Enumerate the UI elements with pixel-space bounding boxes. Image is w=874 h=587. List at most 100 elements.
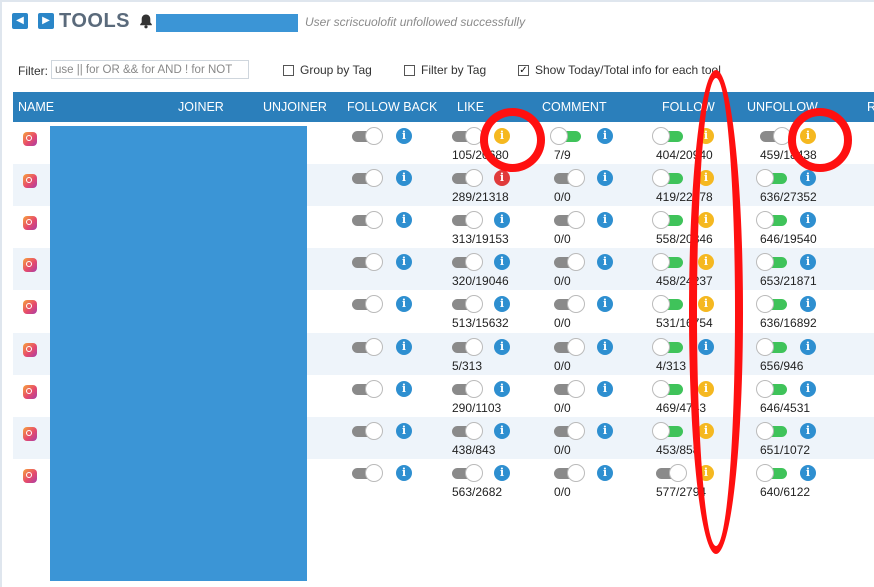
like-info-icon[interactable]: i	[494, 296, 510, 313]
followback-info-icon[interactable]: i	[396, 380, 412, 397]
unfollow-info-icon[interactable]: i	[800, 170, 816, 187]
like-toggle[interactable]	[452, 127, 483, 145]
filter-by-tag-checkbox[interactable]	[404, 65, 415, 76]
like-toggle[interactable]	[452, 169, 483, 188]
like-info-icon[interactable]: i	[494, 464, 510, 481]
comment-info-icon[interactable]: i	[597, 254, 613, 271]
follow-toggle[interactable]	[652, 127, 683, 145]
unfollow-info-icon[interactable]: i	[800, 380, 816, 397]
comment-info-icon[interactable]: i	[597, 338, 613, 355]
like-info-icon[interactable]: i	[494, 380, 510, 397]
like-toggle[interactable]	[452, 337, 483, 356]
followback-toggle[interactable]	[352, 211, 383, 230]
group-by-tag-label: Group by Tag	[300, 63, 372, 77]
filter-input[interactable]	[51, 60, 249, 79]
group-by-tag-checkbox[interactable]	[283, 65, 294, 76]
comment-info-icon[interactable]: i	[597, 296, 613, 313]
unfollow-toggle[interactable]	[756, 253, 787, 272]
next-arrow-icon[interactable]: ▶	[38, 13, 54, 29]
like-info-icon[interactable]: i	[494, 422, 510, 439]
like-info-icon[interactable]: i	[494, 338, 510, 355]
followback-info-icon[interactable]: i	[396, 254, 412, 271]
comment-toggle[interactable]	[554, 169, 585, 188]
follow-toggle[interactable]	[652, 253, 683, 272]
followback-info-icon[interactable]: i	[396, 170, 412, 187]
like-toggle[interactable]	[452, 421, 483, 440]
comment-toggle[interactable]	[554, 253, 585, 272]
column-header-r[interactable]: R	[867, 92, 874, 122]
followback-info-icon[interactable]: i	[396, 422, 412, 439]
like-toggle[interactable]	[452, 379, 483, 398]
unfollow-today-total: 646/19540	[760, 232, 817, 247]
unfollow-toggle[interactable]	[756, 211, 787, 230]
followback-info-icon[interactable]: i	[396, 296, 412, 313]
like-toggle[interactable]	[452, 295, 483, 314]
followback-toggle[interactable]	[352, 253, 383, 272]
like-info-icon[interactable]: i	[494, 170, 510, 187]
followback-toggle[interactable]	[352, 463, 383, 482]
unfollow-toggle[interactable]	[756, 295, 787, 314]
follow-toggle[interactable]	[652, 379, 683, 398]
follow-toggle[interactable]	[652, 421, 683, 440]
comment-info-icon[interactable]: i	[597, 128, 613, 144]
like-info-icon[interactable]: i	[494, 254, 510, 271]
column-header-unjoiner[interactable]: UNJOINER	[263, 92, 327, 122]
comment-today-total: 0/0	[554, 484, 571, 499]
bell-icon[interactable]	[139, 13, 153, 29]
show-today-total-checkbox[interactable]: ✓	[518, 65, 529, 76]
like-today-total: 513/15632	[452, 316, 509, 331]
followback-toggle[interactable]	[352, 295, 383, 314]
unfollow-info-icon[interactable]: i	[800, 338, 816, 355]
comment-info-icon[interactable]: i	[597, 212, 613, 229]
unfollow-info-icon[interactable]: i	[800, 212, 816, 229]
followback-toggle[interactable]	[352, 337, 383, 356]
column-header-comment[interactable]: COMMENT	[542, 92, 607, 122]
followback-info-icon[interactable]: i	[396, 464, 412, 481]
followback-toggle[interactable]	[352, 169, 383, 188]
unfollow-toggle[interactable]	[756, 169, 787, 188]
unfollow-info-icon[interactable]: i	[800, 296, 816, 313]
follow-toggle[interactable]	[652, 337, 683, 356]
like-info-icon[interactable]: i	[494, 212, 510, 229]
followback-toggle[interactable]	[352, 379, 383, 398]
comment-toggle[interactable]	[554, 421, 585, 440]
top-border	[0, 0, 874, 2]
unfollow-toggle[interactable]	[756, 463, 787, 482]
followback-info-icon[interactable]: i	[396, 128, 412, 144]
comment-info-icon[interactable]: i	[597, 422, 613, 439]
unfollow-toggle[interactable]	[760, 127, 791, 145]
unfollow-info-icon[interactable]: i	[800, 464, 816, 481]
unfollow-info-icon[interactable]: i	[800, 254, 816, 271]
comment-toggle[interactable]	[554, 337, 585, 356]
comment-info-icon[interactable]: i	[597, 170, 613, 187]
annotation-circle-like-info	[480, 108, 545, 172]
like-toggle[interactable]	[452, 253, 483, 272]
followback-info-icon[interactable]: i	[396, 212, 412, 229]
comment-info-icon[interactable]: i	[597, 464, 613, 481]
followback-toggle[interactable]	[352, 127, 383, 145]
comment-toggle[interactable]	[554, 211, 585, 230]
followback-info-icon[interactable]: i	[396, 338, 412, 355]
comment-toggle[interactable]	[550, 127, 581, 145]
follow-toggle[interactable]	[652, 211, 683, 230]
like-toggle[interactable]	[452, 463, 483, 482]
comment-toggle[interactable]	[554, 295, 585, 314]
comment-toggle[interactable]	[554, 379, 585, 398]
column-header-joiner[interactable]: JOINER	[178, 92, 224, 122]
follow-toggle[interactable]	[656, 463, 687, 482]
like-toggle[interactable]	[452, 211, 483, 230]
unfollow-toggle[interactable]	[756, 379, 787, 398]
column-header-name[interactable]: NAME	[18, 92, 54, 122]
comment-info-icon[interactable]: i	[597, 380, 613, 397]
unfollow-toggle[interactable]	[756, 337, 787, 356]
follow-toggle[interactable]	[652, 295, 683, 314]
unfollow-info-icon[interactable]: i	[800, 422, 816, 439]
follow-toggle[interactable]	[652, 169, 683, 188]
comment-toggle[interactable]	[554, 463, 585, 482]
prev-arrow-icon[interactable]: ◀	[12, 13, 28, 29]
comment-today-total: 0/0	[554, 190, 571, 205]
followback-toggle[interactable]	[352, 421, 383, 440]
column-header-follow-back[interactable]: FOLLOW BACK	[347, 92, 437, 122]
unfollow-toggle[interactable]	[756, 421, 787, 440]
column-header-like[interactable]: LIKE	[457, 92, 484, 122]
